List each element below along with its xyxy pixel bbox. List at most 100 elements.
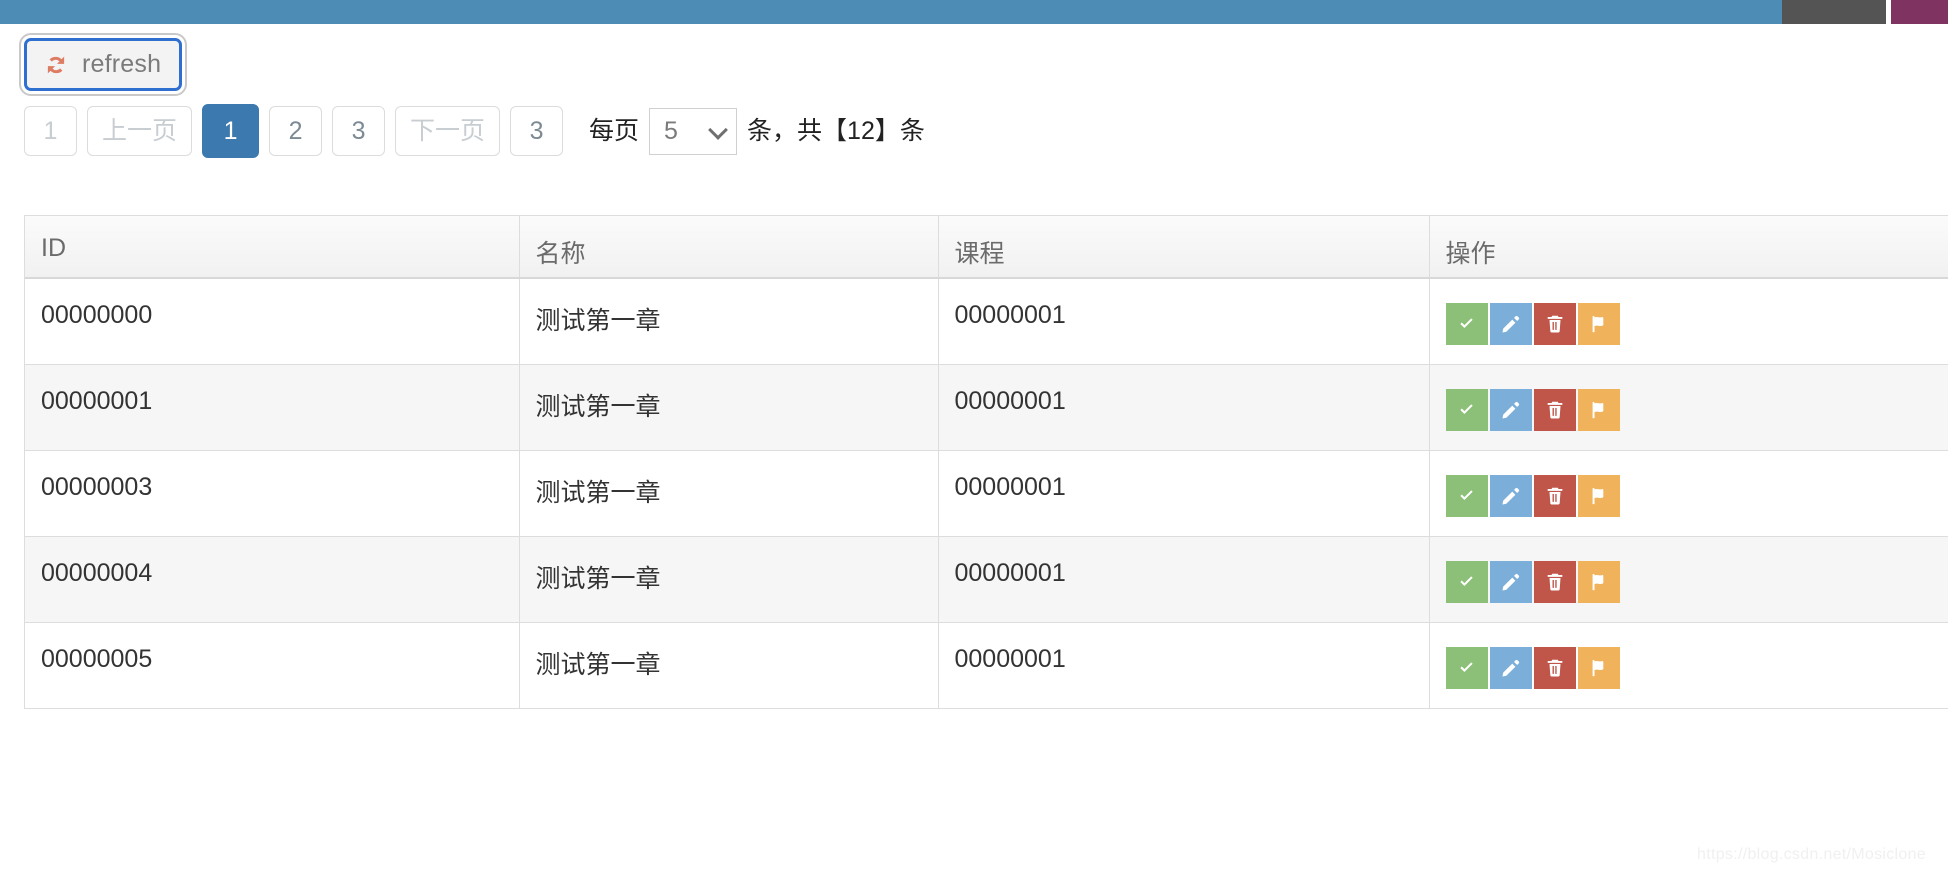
check-icon	[1456, 657, 1478, 679]
edit-button[interactable]	[1489, 474, 1532, 517]
cell-operations	[1429, 536, 1948, 623]
cell-course: 00000001	[938, 364, 1430, 451]
column-header-course[interactable]: 课程	[938, 216, 1430, 279]
trash-icon	[1544, 399, 1566, 421]
cell-operations	[1429, 622, 1948, 709]
cell-course: 00000001	[938, 536, 1430, 623]
flag-button[interactable]	[1577, 560, 1620, 603]
edit-button[interactable]	[1489, 646, 1532, 689]
pencil-icon	[1500, 399, 1522, 421]
edit-button[interactable]	[1489, 303, 1532, 345]
flag-icon	[1588, 571, 1610, 593]
approve-button[interactable]	[1445, 474, 1488, 517]
pagination-first[interactable]: 1	[24, 106, 77, 156]
trash-icon	[1544, 485, 1566, 507]
topbar-segment-accent	[1891, 0, 1948, 24]
cell-name: 测试第一章	[519, 450, 939, 537]
pagination-page-2[interactable]: 2	[269, 106, 323, 156]
cell-name: 测试第一章	[519, 364, 939, 451]
cell-name: 测试第一章	[519, 536, 939, 623]
cell-course: 00000001	[938, 450, 1430, 537]
data-table: ID 名称 课程 操作 00000000 测试第一章 00000001 0000000…	[25, 216, 1948, 709]
pencil-icon	[1500, 485, 1522, 507]
flag-icon	[1588, 485, 1610, 507]
row-action-group	[1445, 473, 1948, 517]
per-page-label: 每页	[589, 116, 640, 145]
table-row: 00000001 测试第一章 00000001	[25, 364, 1948, 451]
table-body: 00000000 测试第一章 00000001 00000001 测试第一章 000000…	[25, 278, 1948, 709]
pagination-last[interactable]: 3	[510, 106, 564, 156]
toolbar: refresh	[18, 33, 188, 96]
table-row: 00000005 测试第一章 00000001	[25, 622, 1948, 709]
pagination-prev[interactable]: 上一页	[87, 106, 193, 156]
refresh-button-label: refresh	[82, 50, 162, 78]
cell-course: 00000001	[938, 622, 1430, 709]
trash-icon	[1544, 571, 1566, 593]
table-row: 00000000 测试第一章 00000001	[25, 278, 1948, 365]
cell-name: 测试第一章	[519, 278, 939, 365]
cell-operations	[1429, 450, 1948, 537]
column-header-operations[interactable]: 操作	[1429, 216, 1948, 279]
column-header-name[interactable]: 名称	[519, 216, 939, 279]
delete-button[interactable]	[1533, 560, 1576, 603]
refresh-icon	[43, 52, 69, 78]
flag-button[interactable]	[1577, 646, 1620, 689]
per-page-select[interactable]: 5	[649, 107, 738, 155]
cell-name: 测试第一章	[519, 622, 939, 709]
flag-button[interactable]	[1577, 303, 1620, 345]
table-head: ID 名称 课程 操作	[25, 216, 1948, 279]
delete-button[interactable]	[1533, 646, 1576, 689]
data-table-container: ID 名称 课程 操作 00000000 测试第一章 00000001 0000000…	[24, 215, 1948, 709]
refresh-button[interactable]: refresh	[18, 33, 188, 96]
chevron-down-icon	[708, 120, 728, 140]
table-row: 00000003 测试第一章 00000001	[25, 450, 1948, 537]
topbar-segment-primary	[0, 0, 1782, 24]
pagination-page-1[interactable]: 1	[202, 104, 260, 158]
cell-id: 00000004	[25, 536, 520, 623]
pencil-icon	[1500, 657, 1522, 679]
flag-icon	[1588, 399, 1610, 421]
cell-course: 00000001	[938, 278, 1430, 365]
delete-button[interactable]	[1533, 474, 1576, 517]
flag-button[interactable]	[1577, 388, 1620, 431]
cell-id: 00000000	[25, 278, 520, 365]
row-action-group	[1445, 301, 1948, 345]
approve-button[interactable]	[1445, 560, 1488, 603]
row-action-group	[1445, 645, 1948, 689]
cell-operations	[1429, 364, 1948, 451]
check-icon	[1456, 571, 1478, 593]
table-header-row: ID 名称 课程 操作	[25, 216, 1948, 279]
delete-button[interactable]	[1533, 303, 1576, 345]
trash-icon	[1544, 313, 1566, 335]
row-action-group	[1445, 559, 1948, 603]
edit-button[interactable]	[1489, 388, 1532, 431]
flag-button[interactable]	[1577, 474, 1620, 517]
cell-operations	[1429, 278, 1948, 365]
check-icon	[1456, 485, 1478, 507]
topbar-segment-dark	[1782, 0, 1886, 24]
pencil-icon	[1500, 313, 1522, 335]
trash-icon	[1544, 657, 1566, 679]
pagination-bar: 1 上一页 1 2 3 下一页 3 每页 5 条，共【12】条	[24, 104, 925, 158]
table-row: 00000004 测试第一章 00000001	[25, 536, 1948, 623]
watermark: https://blog.csdn.net/Mosiclone	[1697, 846, 1926, 863]
pagination-next[interactable]: 下一页	[395, 106, 501, 156]
per-page-select-value: 5	[664, 116, 678, 145]
check-icon	[1456, 313, 1478, 335]
delete-button[interactable]	[1533, 388, 1576, 431]
cell-id: 00000005	[25, 622, 520, 709]
approve-button[interactable]	[1445, 388, 1488, 431]
pencil-icon	[1500, 571, 1522, 593]
edit-button[interactable]	[1489, 560, 1532, 603]
window-topbar	[0, 0, 1948, 24]
check-icon	[1456, 399, 1478, 421]
flag-icon	[1588, 657, 1610, 679]
row-action-group	[1445, 387, 1948, 431]
column-header-id[interactable]: ID	[25, 216, 520, 279]
cell-id: 00000001	[25, 364, 520, 451]
approve-button[interactable]	[1445, 303, 1488, 345]
approve-button[interactable]	[1445, 646, 1488, 689]
pagination-total-text: 条，共【12】条	[747, 116, 925, 145]
cell-id: 00000003	[25, 450, 520, 537]
pagination-page-3[interactable]: 3	[332, 106, 386, 156]
